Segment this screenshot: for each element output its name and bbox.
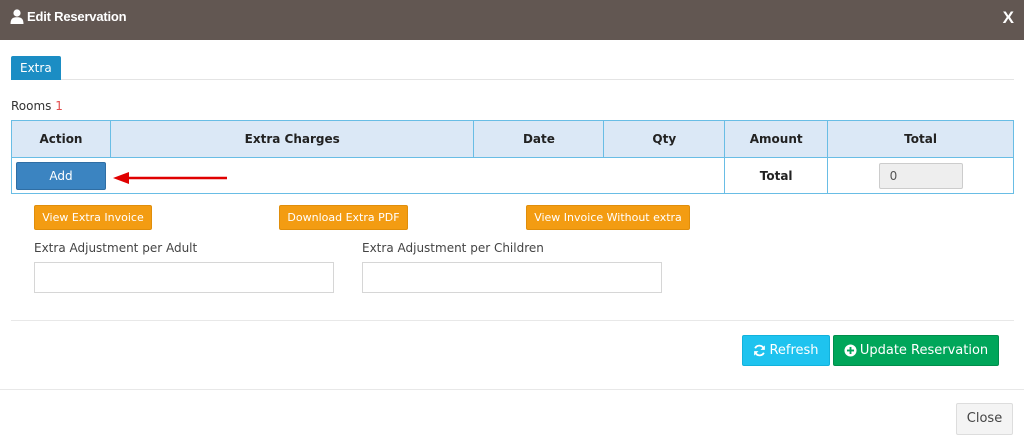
tab-bar: Extra — [11, 56, 1014, 80]
refresh-icon — [754, 344, 766, 357]
tab-extra[interactable]: Extra — [11, 56, 61, 80]
adult-adjustment-label: Extra Adjustment per Adult — [34, 241, 198, 255]
view-invoice-without-extra-button[interactable]: View Invoice Without extra — [526, 205, 690, 230]
close-x-button[interactable]: X — [1003, 8, 1014, 28]
table-header-row: Action Extra Charges Date Qty Amount Tot… — [11, 120, 1014, 158]
rooms-text: Rooms — [11, 99, 52, 113]
refresh-button[interactable]: Refresh — [742, 335, 830, 366]
adult-adjustment-input[interactable] — [34, 262, 334, 293]
divider — [11, 320, 1014, 321]
view-extra-invoice-button[interactable]: View Extra Invoice — [34, 205, 152, 230]
modal-title-wrap: Edit Reservation — [10, 9, 127, 24]
footer-divider — [0, 389, 1024, 390]
col-amount: Amount — [724, 120, 829, 158]
update-reservation-label: Update Reservation — [859, 343, 989, 358]
col-qty: Qty — [603, 120, 726, 158]
refresh-label: Refresh — [769, 343, 819, 358]
red-arrow-icon — [113, 172, 227, 184]
col-date: Date — [473, 120, 605, 158]
modal-header: Edit Reservation X — [0, 0, 1024, 40]
user-icon — [10, 9, 24, 24]
total-value-cell: 0 — [827, 157, 1014, 194]
col-total: Total — [827, 120, 1014, 158]
update-reservation-button[interactable]: Update Reservation — [833, 335, 999, 366]
children-adjustment-label: Extra Adjustment per Children — [362, 241, 544, 255]
modal-title: Edit Reservation — [27, 9, 127, 24]
rooms-label: Rooms 1 — [11, 99, 63, 113]
close-button[interactable]: Close — [956, 403, 1013, 435]
col-action: Action — [11, 120, 111, 158]
total-label: Total — [724, 157, 828, 194]
total-input[interactable]: 0 — [878, 162, 963, 189]
col-extra-charges: Extra Charges — [109, 120, 475, 158]
download-extra-pdf-button[interactable]: Download Extra PDF — [279, 205, 408, 230]
rooms-count: 1 — [55, 99, 63, 113]
plus-circle-icon — [844, 344, 857, 357]
children-adjustment-input[interactable] — [362, 262, 662, 293]
add-button[interactable]: Add — [16, 161, 106, 190]
edit-reservation-modal: Edit Reservation X Extra Rooms 1 Action … — [0, 0, 1024, 441]
